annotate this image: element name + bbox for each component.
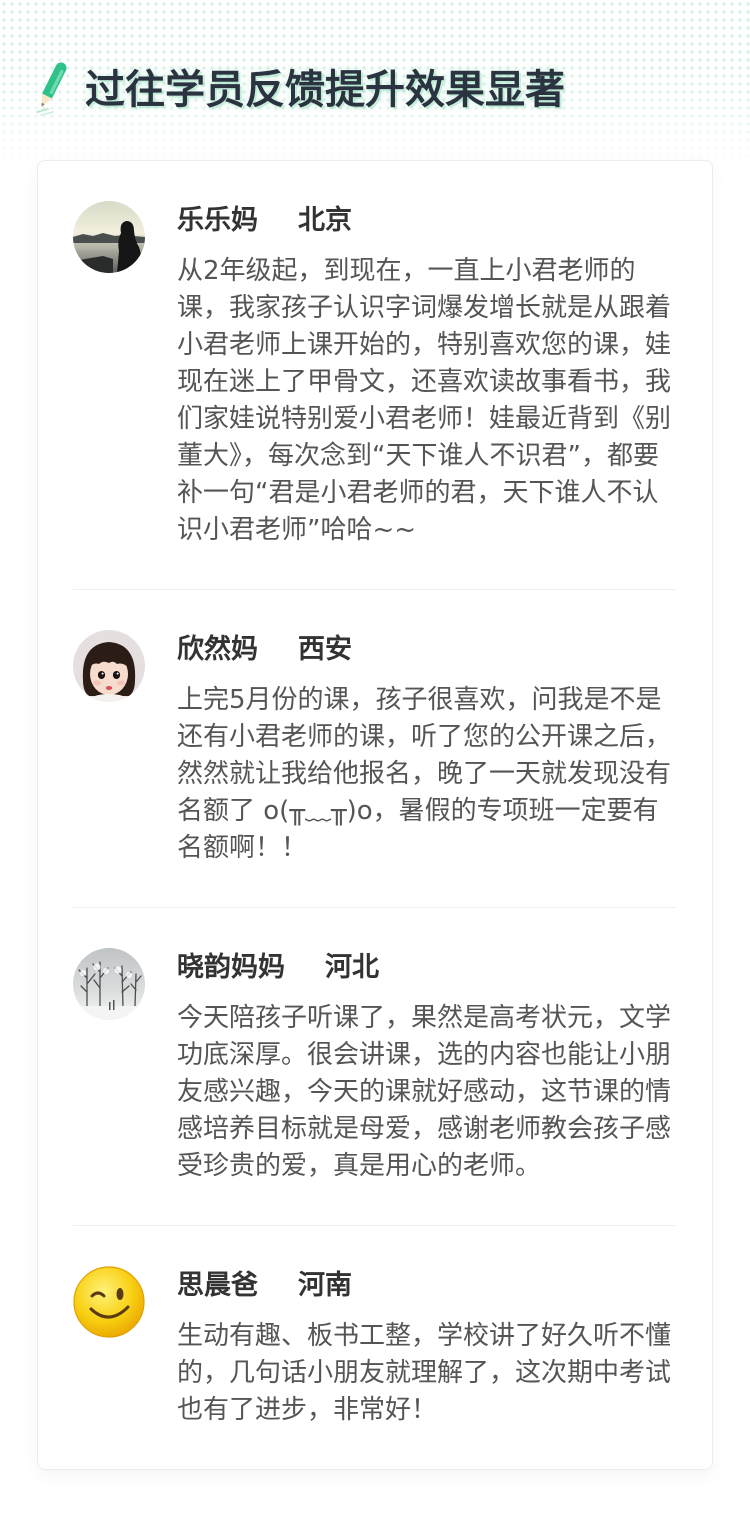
avatar [73, 948, 145, 1020]
testimonial-line: 感培养目标就是母爱，感谢老师教会孩子感 [177, 1114, 672, 1144]
testimonial-line: 识小君老师”哈哈~~ [177, 515, 417, 545]
avatar [73, 630, 145, 702]
reviewer-name: 晓韵妈妈 [177, 952, 285, 983]
testimonial-line: 也有了进步，非常好！ [177, 1395, 438, 1425]
avatar [73, 201, 145, 273]
reviewer-city: 河北 [325, 952, 379, 983]
reviewer-name: 乐乐妈 [177, 205, 258, 236]
pencil-icon [36, 62, 67, 116]
testimonial-line: 上完5月份的课，孩子很喜欢，问我是不是 [177, 685, 662, 715]
testimonial-item: 晓韵妈妈 河北 今天陪孩子听课了，果然是高考状元，文学 功底深厚。很会讲课，选的内… [38, 908, 712, 1225]
reviewer-name: 思晨爸 [177, 1270, 258, 1301]
testimonial-line: 现在迷上了甲骨文，还喜欢读故事看书，我 [177, 367, 672, 397]
testimonial-line: 还有小君老师的课，听了您的公开课之后， [177, 722, 672, 752]
reviewer-city: 北京 [298, 205, 352, 236]
testimonial-line: 小君老师上课开始的，特别喜欢您的课，娃 [177, 330, 672, 360]
testimonial-line: 董大》，每次念到“天下谁人不识君”，都要 [177, 441, 659, 471]
winking-face-icon [73, 1266, 145, 1338]
testimonial-line: 功底深厚。很会讲课，选的内容也能让小朋 [177, 1040, 672, 1070]
testimonial-line: 从2年级起，到现在，一直上小君老师的 [177, 256, 636, 286]
reviewer-name: 欣然妈 [177, 634, 258, 665]
testimonial-item: 乐乐妈 北京 从2年级起，到现在，一直上小君老师的 课，我家孩子认识字词爆发增长就… [38, 161, 712, 589]
testimonial-text: 今天陪孩子听课了，果然是高考状元，文学 功底深厚。很会讲课，选的内容也能让小朋 … [177, 1000, 712, 1185]
testimonial-line: 受珍贵的爱，真是用心的老师。 [177, 1151, 542, 1181]
reviewer-city: 西安 [298, 634, 352, 665]
testimonial-line: 友感兴趣，今天的课就好感动，这节课的情 [177, 1077, 672, 1107]
reviewer-city: 河南 [298, 1270, 352, 1301]
testimonial-line: 名额了 o(╥﹏╥)o，暑假的专项班一定要有 [177, 796, 659, 826]
testimonial-text: 上完5月份的课，孩子很喜欢，问我是不是 还有小君老师的课，听了您的公开课之后， … [177, 682, 712, 867]
testimonial-item: 欣然妈 西安 上完5月份的课，孩子很喜欢，问我是不是 还有小君老师的课，听了您的公… [38, 590, 712, 907]
testimonial-line: 的，几句话小朋友就理解了，这次期中考试 [177, 1358, 672, 1388]
testimonial-line: 补一句“君是小君老师的君，天下谁人不认 [177, 478, 659, 508]
testimonial-line: 课，我家孩子认识字词爆发增长就是从跟着 [177, 293, 672, 323]
testimonial-card: 乐乐妈 北京 从2年级起，到现在，一直上小君老师的 课，我家孩子认识字词爆发增长就… [37, 160, 713, 1470]
testimonial-item: 思晨爸 河南 生动有趣、板书工整，学校讲了好久听不懂 的，几句话小朋友就理解了，这… [38, 1226, 712, 1469]
page-title: 过往学员反馈提升效果显著 [85, 67, 565, 113]
testimonial-text: 从2年级起，到现在，一直上小君老师的 课，我家孩子认识字词爆发增长就是从跟着 小… [177, 253, 712, 549]
testimonial-line: 生动有趣、板书工整，学校讲了好久听不懂 [177, 1321, 672, 1351]
testimonial-line: 今天陪孩子听课了，果然是高考状元，文学 [177, 1003, 672, 1033]
testimonial-text: 生动有趣、板书工整，学校讲了好久听不懂 的，几句话小朋友就理解了，这次期中考试 … [177, 1318, 712, 1429]
testimonial-line: 然然就让我给他报名，晚了一天就发现没有 [177, 759, 672, 789]
testimonial-line: 们家娃说特别爱小君老师！娃最近背到《别 [177, 404, 672, 434]
testimonial-line: 名额啊！！ [177, 833, 308, 863]
